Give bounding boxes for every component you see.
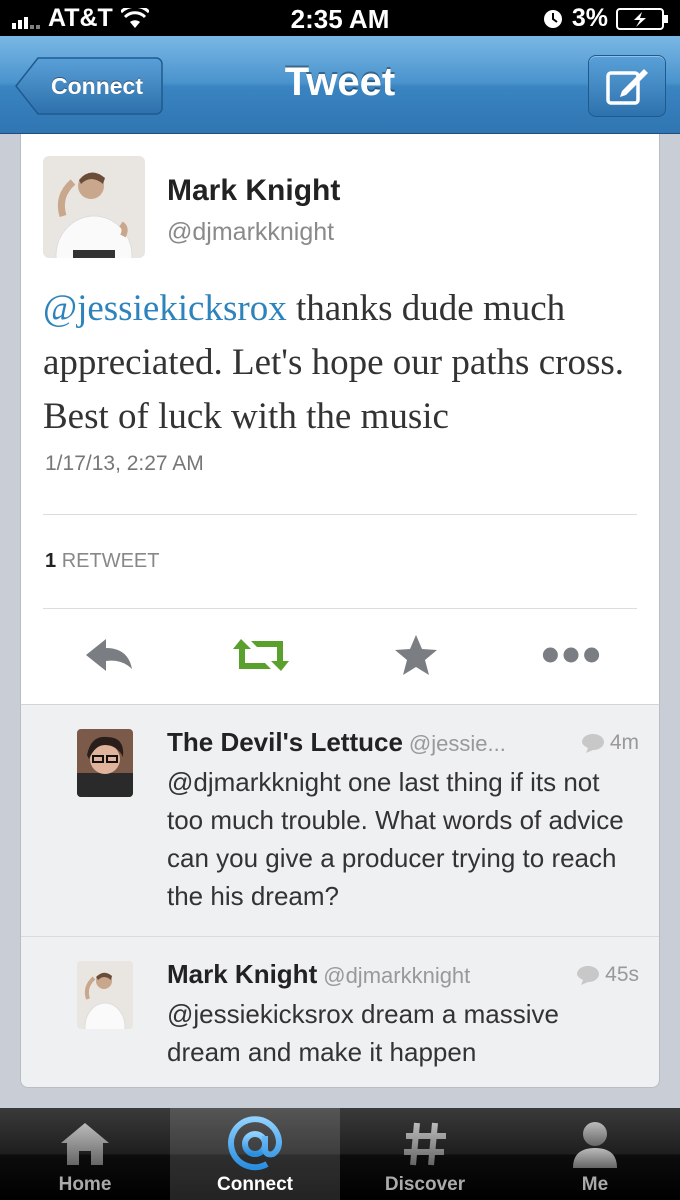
- tweet-timestamp: 1/17/13, 2:27 AM: [45, 452, 204, 475]
- tweet-card: Mark Knight @djmarkknight @jessiekicksro…: [20, 134, 660, 704]
- page-title: Tweet: [284, 60, 396, 104]
- favorite-button[interactable]: [386, 631, 446, 679]
- tab-me[interactable]: Me: [510, 1108, 680, 1200]
- reply-time-label: 45s: [605, 963, 639, 986]
- battery-percent: 3%: [571, 4, 608, 32]
- tab-label: Me: [581, 1174, 609, 1195]
- hash-icon: [395, 1116, 455, 1172]
- mention-link[interactable]: @jessiekicksrox: [43, 288, 287, 329]
- retweet-label: RETWEET: [61, 550, 160, 572]
- more-icon: [542, 647, 600, 663]
- favorite-icon: [395, 635, 437, 675]
- avatar[interactable]: [77, 961, 133, 1029]
- list-item[interactable]: Mark Knight @djmarkknight 45s @jessiekick…: [21, 937, 659, 1087]
- divider: [43, 514, 637, 515]
- reply-icon: [86, 639, 132, 671]
- tab-label: Connect: [217, 1174, 293, 1195]
- author-name[interactable]: Mark Knight: [167, 174, 340, 208]
- compose-button[interactable]: [588, 55, 666, 117]
- reply-header: The Devil's Lettuce @jessie... 4m: [167, 727, 639, 763]
- avatar[interactable]: [77, 729, 133, 797]
- reply-author-name[interactable]: Mark Knight: [167, 959, 317, 989]
- retweet-stats[interactable]: 1 RETWEET: [45, 550, 159, 573]
- status-right: 3%: [542, 4, 670, 33]
- reply-time: 4m: [580, 731, 639, 755]
- author-handle: @djmarkknight: [167, 218, 335, 246]
- reply-bubble-icon: [581, 734, 604, 753]
- retweet-button[interactable]: [231, 631, 291, 679]
- retweet-icon: [233, 639, 289, 671]
- reply-author-handle: @jessie...: [408, 731, 506, 756]
- home-icon: [55, 1116, 115, 1172]
- more-button[interactable]: [541, 631, 601, 679]
- reply-button[interactable]: [79, 631, 139, 679]
- tweet-text: @jessiekicksrox thanks dude much appreci…: [43, 282, 649, 444]
- compose-icon: [606, 69, 648, 105]
- retweet-count: 1: [45, 550, 57, 572]
- tab-label: Discover: [384, 1174, 466, 1195]
- reply-bubble-icon: [577, 966, 600, 985]
- reply-author-name[interactable]: The Devil's Lettuce: [167, 727, 403, 757]
- reply-time-label: 4m: [609, 731, 639, 754]
- replies-list: The Devil's Lettuce @jessie... 4m @djmark…: [20, 704, 660, 1088]
- reply-time: 45s: [575, 963, 639, 987]
- person-icon: [565, 1116, 625, 1172]
- tab-home[interactable]: Home: [0, 1108, 170, 1200]
- reply-text: @jessiekicksrox dream a massive dream an…: [167, 999, 559, 1067]
- nav-bar: Connect Tweet: [0, 36, 680, 134]
- reply-text: @djmarkknight one last thing if its not …: [167, 767, 624, 911]
- at-icon: [225, 1116, 285, 1172]
- list-item[interactable]: The Devil's Lettuce @jessie... 4m @djmark…: [21, 705, 659, 937]
- alarm-icon: [543, 9, 562, 28]
- reply-author-handle: @djmarkknight: [323, 963, 471, 988]
- tab-bar: Home Connect Discover Me: [0, 1108, 680, 1200]
- tab-label: Home: [58, 1174, 112, 1195]
- divider: [43, 608, 637, 609]
- battery-icon: [616, 7, 668, 30]
- tab-connect[interactable]: Connect: [170, 1108, 340, 1200]
- author-avatar[interactable]: [43, 156, 145, 258]
- status-bar: AT&T 2:35 AM 3%: [0, 0, 680, 36]
- tab-discover[interactable]: Discover: [340, 1108, 510, 1200]
- reply-header: Mark Knight @djmarkknight 45s: [167, 959, 639, 995]
